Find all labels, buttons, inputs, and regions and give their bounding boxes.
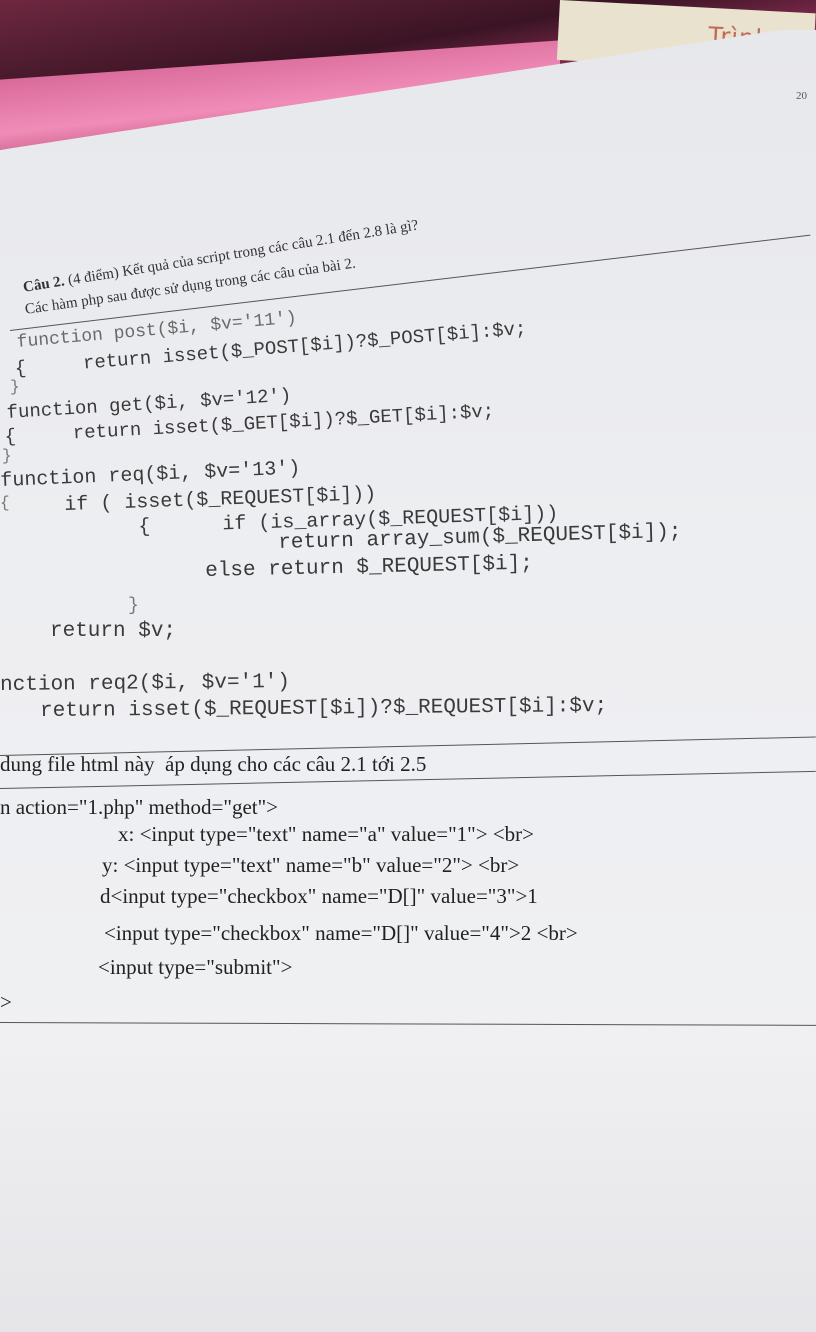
html-line-5: <input type="checkbox" name="D[]" value=… <box>104 921 578 945</box>
html-line-3: y: <input type="text" name="b" value="2"… <box>102 853 520 877</box>
html-line-6: <input type="submit"> <box>98 955 293 979</box>
code-line-15: nction req2($i, $v='1') <box>0 670 291 697</box>
code-line-8: { <box>0 494 10 512</box>
code-line-14: return $v; <box>50 620 177 643</box>
paper-shadow <box>0 1040 816 1332</box>
code-line-3: } <box>10 378 20 396</box>
code-line-6: } <box>2 447 12 465</box>
html-section-heading: dung file html này áp dụng cho các câu 2… <box>0 752 427 776</box>
html-line-1: n action="1.php" method="get"> <box>0 795 279 819</box>
code-line-13: } <box>128 596 139 616</box>
page-number: 20 <box>796 90 807 102</box>
html-line-7: > <box>0 990 12 1014</box>
html-line-4: d<input type="checkbox" name="D[]" value… <box>100 884 538 908</box>
html-line-2: x: <input type="text" name="a" value="1"… <box>118 822 535 846</box>
